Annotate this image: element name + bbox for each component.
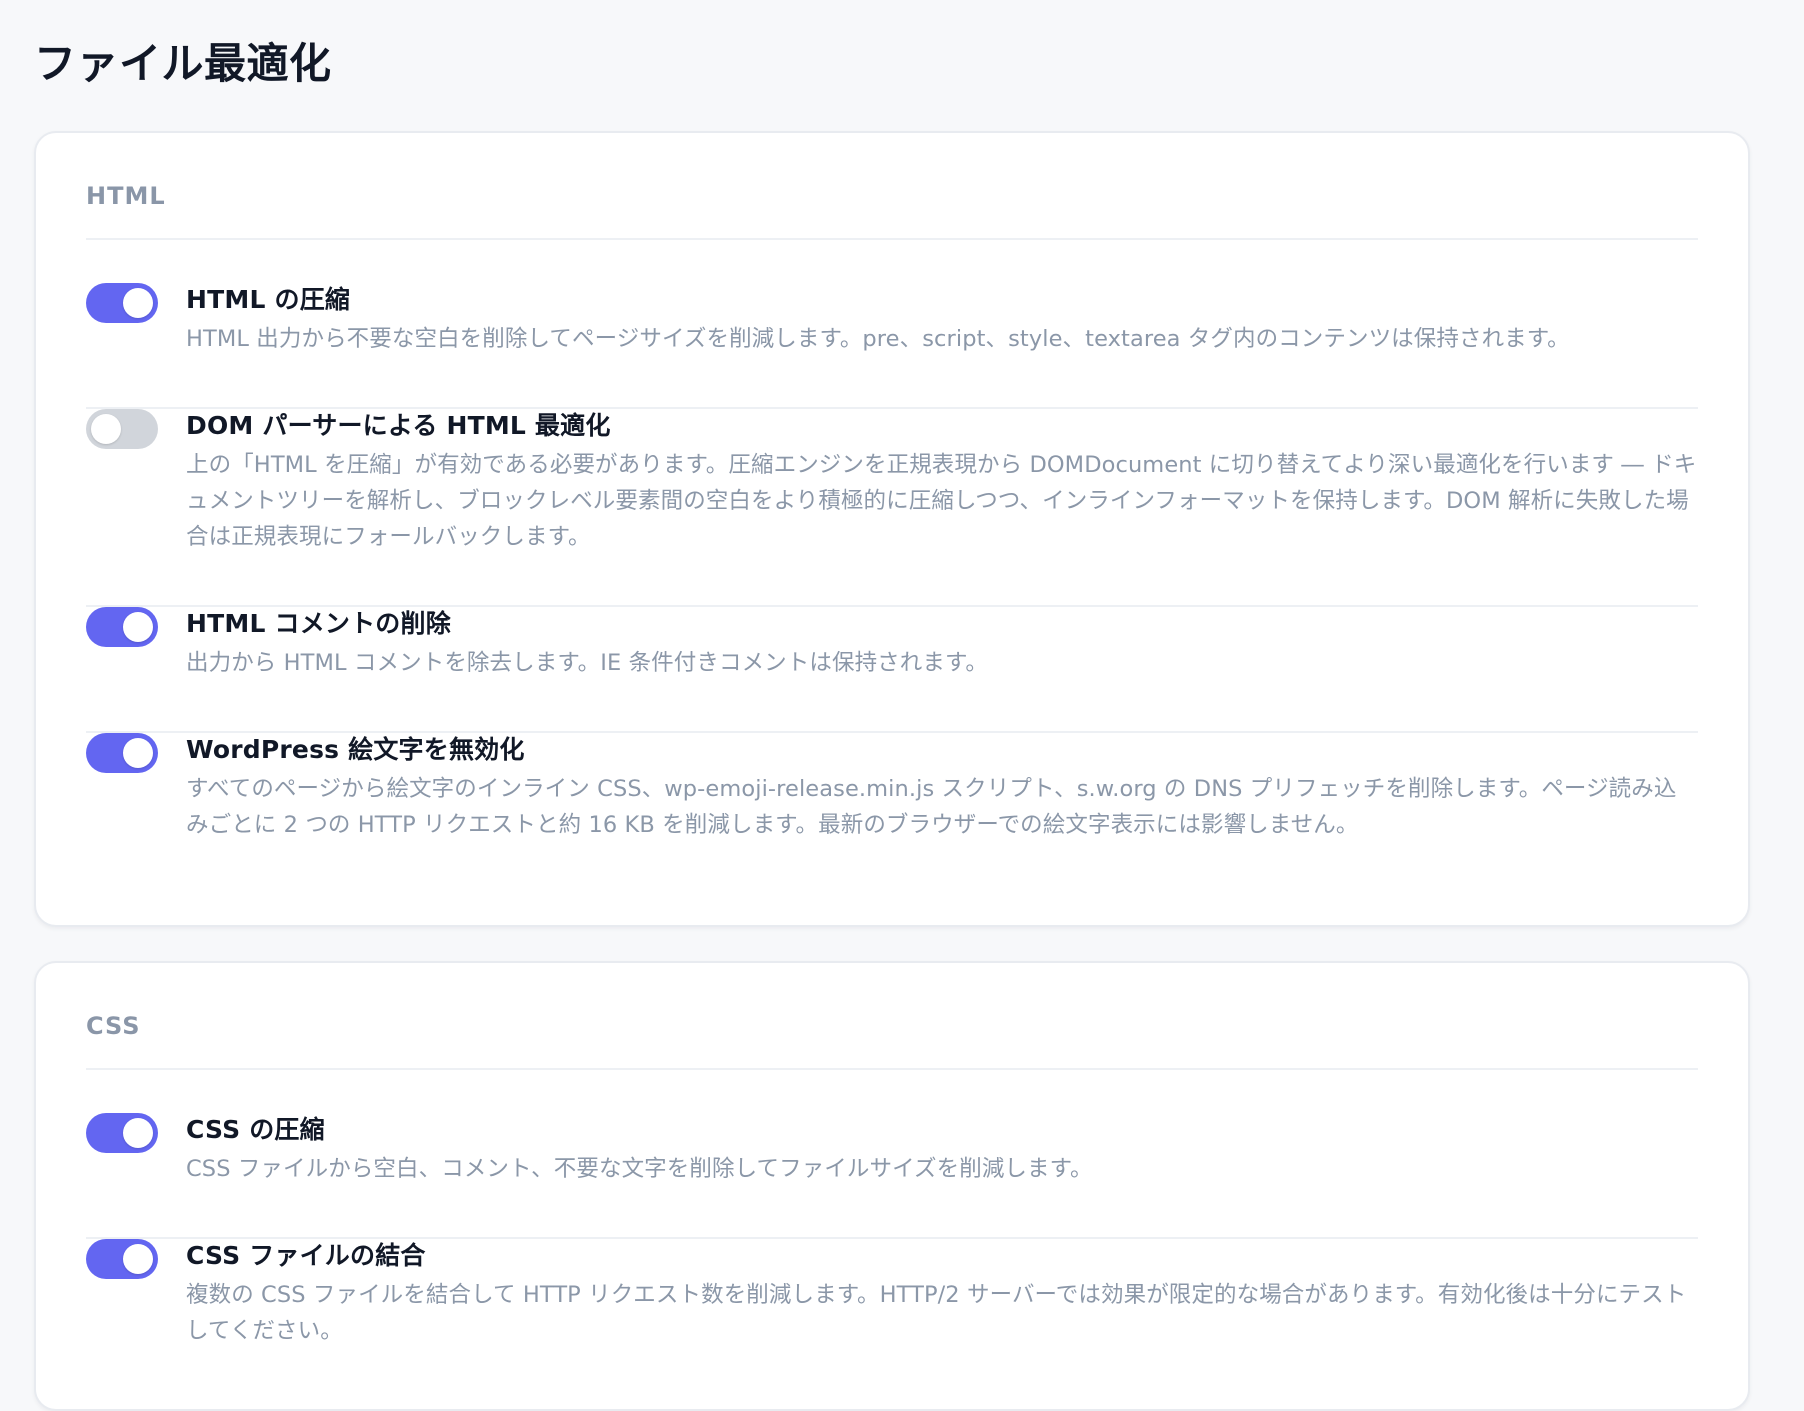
toggle-knob xyxy=(123,1244,153,1274)
html-comments-label: HTML コメントの削除 xyxy=(186,609,451,638)
section-divider xyxy=(86,1068,1698,1070)
toggle-knob xyxy=(123,612,153,642)
setting-text: HTML コメントの削除 出力から HTML コメントを除去します。IE 条件付… xyxy=(186,607,1698,681)
setting-text: CSS の圧縮 CSS ファイルから空白、コメント、不要な文字を削除してファイル… xyxy=(186,1113,1698,1187)
css-compress-label: CSS の圧縮 xyxy=(186,1115,325,1144)
html-comments-description: 出力から HTML コメントを除去します。IE 条件付きコメントは保持されます。 xyxy=(186,650,988,676)
css-combine-description: 複数の CSS ファイルを結合して HTTP リクエスト数を削減します。HTTP… xyxy=(186,1282,1687,1344)
css-compress-toggle[interactable] xyxy=(86,1113,158,1153)
dom-parser-toggle[interactable] xyxy=(86,409,158,449)
file-optimization-page: ファイル最適化 HTML HTML の圧縮 HTML 出力から不要な空白を削除し… xyxy=(0,0,1804,1411)
toggle-knob xyxy=(123,1118,153,1148)
html-comments-toggle[interactable] xyxy=(86,607,158,647)
setting-text: CSS ファイルの結合 複数の CSS ファイルを結合して HTTP リクエスト… xyxy=(186,1239,1698,1349)
toggle-knob xyxy=(123,738,153,768)
html-section-title: HTML xyxy=(86,182,166,210)
css-compress-description: CSS ファイルから空白、コメント、不要な文字を削除してファイルサイズを削減しま… xyxy=(186,1156,1093,1182)
disable-emoji-toggle[interactable] xyxy=(86,733,158,773)
disable-emoji-description: すべてのページから絵文字のインライン CSS、wp-emoji-release.… xyxy=(186,776,1677,838)
css-combine-label: CSS ファイルの結合 xyxy=(186,1241,426,1270)
setting-text: DOM パーサーによる HTML 最適化 上の「HTML を圧縮」が有効である必… xyxy=(186,409,1698,555)
section-divider xyxy=(86,238,1698,240)
setting-text: HTML の圧縮 HTML 出力から不要な空白を削除してページサイズを削減します… xyxy=(186,283,1698,357)
html-compress-toggle[interactable] xyxy=(86,283,158,323)
css-settings-card: CSS CSS の圧縮 CSS ファイルから空白、コメント、不要な文字を削除して… xyxy=(34,961,1750,1411)
html-compress-description: HTML 出力から不要な空白を削除してページサイズを削減します。pre、scri… xyxy=(186,326,1570,352)
css-section-title: CSS xyxy=(86,1012,141,1040)
html-settings-card: HTML HTML の圧縮 HTML 出力から不要な空白を削除してページサイズを… xyxy=(34,131,1750,927)
toggle-knob xyxy=(123,288,153,318)
dom-parser-description: 上の「HTML を圧縮」が有効である必要があります。圧縮エンジンを正規表現から … xyxy=(186,452,1697,550)
disable-emoji-label: WordPress 絵文字を無効化 xyxy=(186,735,525,764)
css-combine-toggle[interactable] xyxy=(86,1239,158,1279)
setting-text: WordPress 絵文字を無効化 すべてのページから絵文字のインライン CSS… xyxy=(186,733,1698,843)
page-title: ファイル最適化 xyxy=(34,39,332,88)
dom-parser-label: DOM パーサーによる HTML 最適化 xyxy=(186,411,611,440)
toggle-knob xyxy=(91,414,121,444)
html-compress-label: HTML の圧縮 xyxy=(186,285,351,314)
